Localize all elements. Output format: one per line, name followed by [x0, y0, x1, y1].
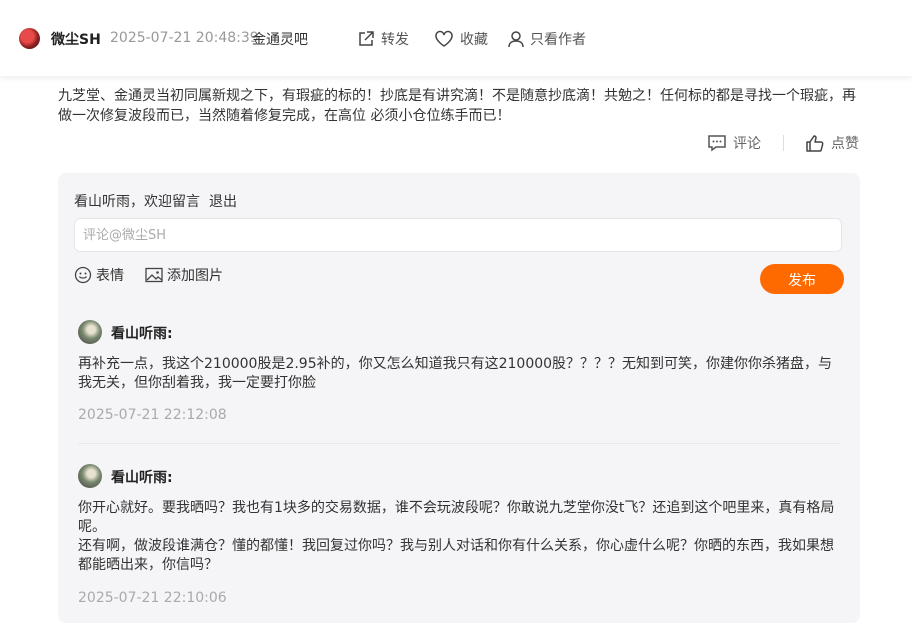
- only-author-label: 只看作者: [530, 32, 586, 48]
- favorite-label: 收藏: [460, 32, 488, 48]
- author-avatar[interactable]: [19, 28, 40, 49]
- share-button[interactable]: 转发: [357, 29, 409, 49]
- post-content: 九芝堂、金通灵当初同属新规之下，有瑕疵的标的！抄底是有讲究滴！不是随意抄底滴！共…: [58, 88, 856, 124]
- post-time: 2025-07-21 20:48:39: [110, 30, 259, 46]
- reply-time: 2025-07-21 22:10:06: [78, 590, 227, 606]
- emoji-button[interactable]: 表情: [74, 265, 124, 285]
- reply-author[interactable]: 看山听雨:: [111, 323, 173, 343]
- emoji-label: 表情: [96, 268, 124, 284]
- welcome-text: 看山听雨，欢迎留言: [74, 194, 200, 210]
- post-header: 微尘SH 2025-07-21 20:48:39 金通灵吧 转发 收藏 只看作者: [0, 0, 912, 76]
- reply-author[interactable]: 看山听雨:: [111, 467, 173, 487]
- comment-label: 评论: [733, 136, 761, 152]
- thumbs-up-icon: [806, 135, 824, 152]
- favorite-button[interactable]: 收藏: [434, 29, 488, 49]
- publish-button[interactable]: 发布: [760, 264, 844, 294]
- logout-link[interactable]: 退出: [209, 191, 237, 211]
- reply-text: 你开心就好。要我晒吗？我也有1块多的交易数据，谁不会玩波段呢？你敢说九芝堂你没t…: [78, 500, 835, 573]
- heart-icon: [435, 30, 453, 47]
- comment-button[interactable]: 评论: [707, 133, 761, 153]
- share-icon: [359, 31, 374, 46]
- image-icon: [145, 267, 163, 283]
- reply-divider: [78, 443, 840, 444]
- action-divider: [783, 135, 784, 151]
- comment-input[interactable]: [74, 218, 842, 252]
- add-image-button[interactable]: 添加图片: [145, 265, 223, 285]
- author-name[interactable]: 微尘SH: [51, 29, 101, 49]
- only-author-button[interactable]: 只看作者: [508, 29, 586, 49]
- like-button[interactable]: 点赞: [805, 133, 859, 153]
- reply-avatar[interactable]: [78, 320, 102, 344]
- reply-text: 再补充一点，我这个210000股是2.95补的，你又怎么知道我只有这210000…: [78, 356, 833, 391]
- share-label: 转发: [381, 32, 409, 48]
- reply-time: 2025-07-21 22:12:08: [78, 407, 227, 423]
- reply-avatar[interactable]: [78, 464, 102, 488]
- smiley-icon: [74, 266, 92, 284]
- comment-icon: [708, 135, 726, 152]
- add-image-label: 添加图片: [167, 268, 223, 284]
- user-icon: [508, 31, 524, 48]
- comment-panel: 看山听雨，欢迎留言 退出 表情 添加图片 发布 看山听雨: 再补充一点，我这个2…: [58, 173, 860, 623]
- bar-link[interactable]: 金通灵吧: [252, 29, 308, 49]
- like-label: 点赞: [831, 136, 859, 152]
